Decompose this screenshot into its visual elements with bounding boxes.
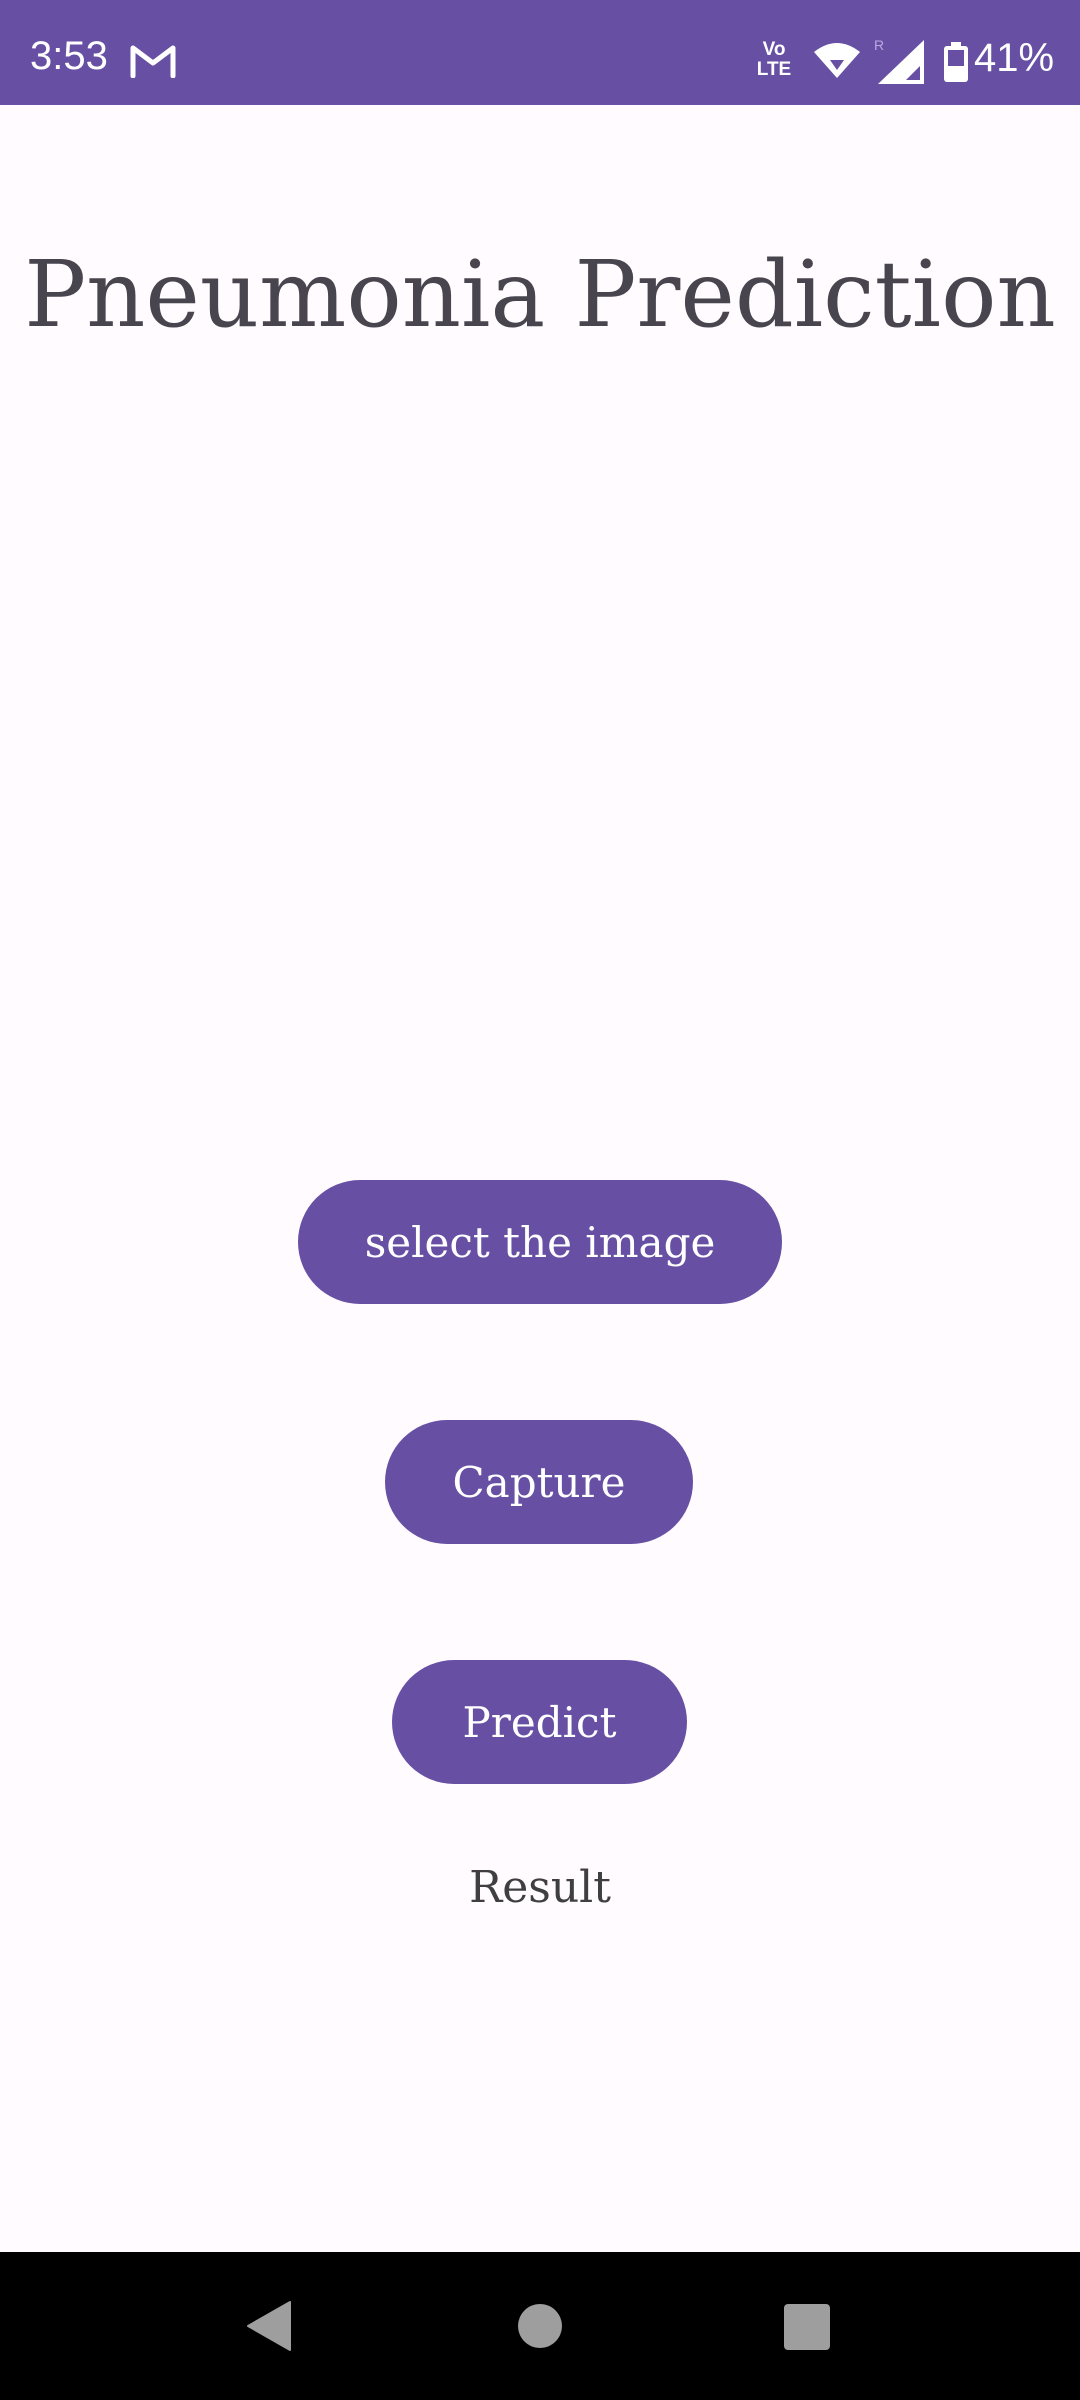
battery-percent: 41% bbox=[974, 36, 1055, 80]
capture-button[interactable]: Capture bbox=[385, 1420, 693, 1544]
cell-signal-icon: R bbox=[874, 37, 924, 84]
volte-icon: Vo LTE bbox=[756, 39, 792, 80]
svg-text:R: R bbox=[874, 37, 884, 53]
status-time: 3:53 bbox=[30, 34, 108, 78]
status-bar: 3:53 Vo LTE R 41% bbox=[0, 0, 1080, 105]
predict-button[interactable]: Predict bbox=[392, 1660, 687, 1784]
gmail-icon bbox=[130, 45, 176, 78]
wifi-icon bbox=[814, 43, 860, 78]
result-text: Result bbox=[469, 1862, 611, 1913]
navigation-bar bbox=[0, 2252, 1080, 2400]
home-circle-icon[interactable] bbox=[518, 2304, 562, 2348]
select-image-button[interactable]: select the image bbox=[298, 1180, 782, 1304]
page-title: Pneumonia Prediction bbox=[24, 240, 1056, 348]
battery-icon bbox=[944, 42, 968, 82]
app-screen: 3:53 Vo LTE R 41% Pneumonia Prediction s… bbox=[0, 0, 1080, 2400]
back-triangle-icon[interactable] bbox=[246, 2300, 292, 2352]
recents-square-icon[interactable] bbox=[784, 2304, 830, 2350]
